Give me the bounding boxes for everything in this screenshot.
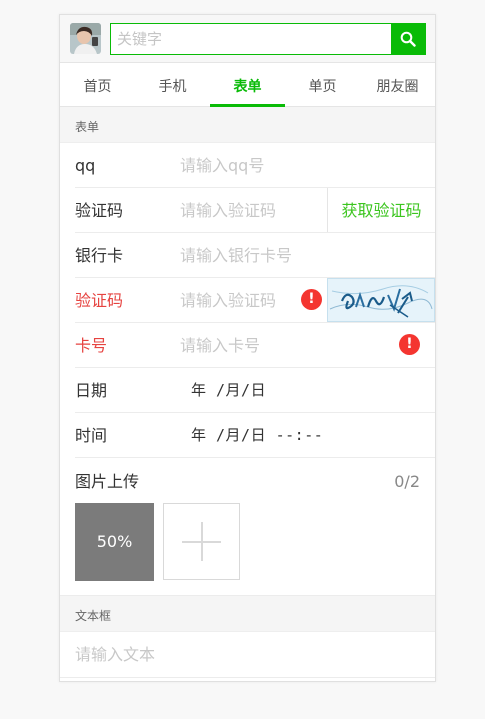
warning-icon: !: [399, 334, 420, 355]
date-input[interactable]: 年 /月/日: [191, 368, 266, 413]
verify-code-input[interactable]: [180, 188, 330, 232]
phone-frame: 首页 手机 表单 单页 朋友圈 表单 qq 验证码 获取验证码 银行卡 验证码 …: [59, 14, 436, 682]
verify-code-row: 验证码 获取验证码: [75, 188, 435, 233]
qq-row: qq: [75, 143, 435, 188]
qq-input[interactable]: [180, 143, 330, 187]
date-row: 日期 年 /月/日: [75, 368, 435, 413]
card-number-input[interactable]: [180, 323, 330, 367]
qq-label: qq: [75, 156, 96, 175]
textarea-row: [60, 632, 435, 678]
time-label: 时间: [75, 426, 108, 445]
captcha-row: 验证码 !: [75, 278, 435, 323]
datetime-input[interactable]: 年 /月/日 --:--: [191, 413, 323, 458]
tab-phone[interactable]: 手机: [135, 63, 210, 106]
tab-moments[interactable]: 朋友圈: [360, 63, 435, 106]
card-number-label: 卡号: [75, 336, 108, 355]
tab-home[interactable]: 首页: [60, 63, 135, 106]
captcha-image[interactable]: [327, 278, 435, 322]
tab-bar: 首页 手机 表单 单页 朋友圈: [60, 63, 435, 107]
search-button[interactable]: [391, 24, 425, 54]
tab-form[interactable]: 表单: [210, 63, 285, 107]
bank-card-label: 银行卡: [75, 246, 124, 265]
bank-card-row: 银行卡: [75, 233, 435, 278]
card-number-row: 卡号 !: [75, 323, 435, 368]
bank-card-input[interactable]: [180, 233, 330, 277]
form-section-title: 表单: [60, 107, 435, 143]
upload-progress: 50%: [96, 532, 133, 551]
tab-single-page[interactable]: 单页: [285, 63, 360, 106]
search-box: [110, 23, 426, 55]
upload-count: 0/2: [394, 472, 420, 491]
upload-label: 图片上传: [75, 472, 140, 491]
search-icon: [400, 31, 416, 47]
text-input[interactable]: [75, 645, 415, 664]
get-code-button[interactable]: 获取验证码: [327, 188, 435, 232]
warning-icon: !: [301, 289, 322, 310]
image-upload-section: 图片上传 0/2 50%: [60, 458, 435, 596]
time-row: 时间 年 /月/日 --:--: [75, 413, 435, 458]
upload-thumbnail[interactable]: 50%: [75, 503, 154, 581]
verify-code-label: 验证码: [75, 201, 124, 220]
date-label: 日期: [75, 381, 108, 400]
add-image-button[interactable]: [163, 503, 240, 580]
header-bar: [60, 15, 435, 63]
upload-header: 图片上传 0/2: [75, 458, 420, 501]
search-input[interactable]: [111, 24, 392, 54]
captcha-label: 验证码: [75, 291, 124, 310]
avatar[interactable]: [70, 23, 101, 54]
textarea-section-title: 文本框: [60, 596, 435, 632]
